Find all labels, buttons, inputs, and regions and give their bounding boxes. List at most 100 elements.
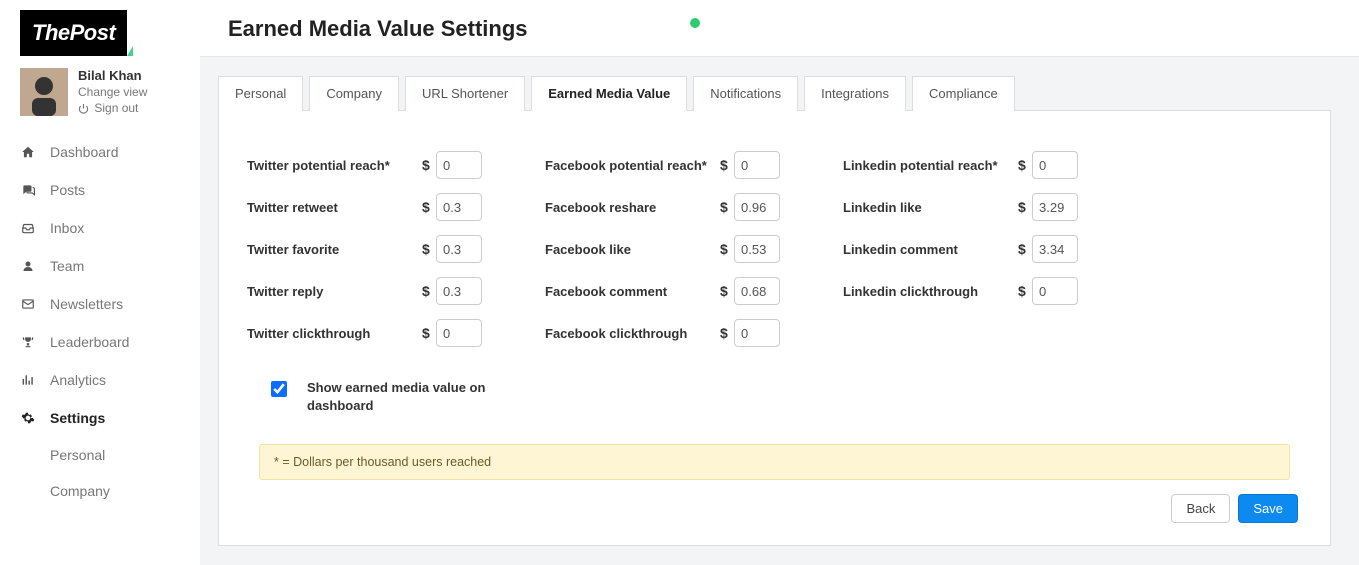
sidebar-item-leaderboard[interactable]: Leaderboard bbox=[0, 323, 200, 361]
facebook-clickthrough-input[interactable] bbox=[734, 319, 780, 347]
field-label: Twitter retweet bbox=[247, 200, 422, 215]
user-block: Bilal Khan Change view Sign out bbox=[0, 68, 200, 133]
field-facebook-reshare: Facebook reshare $ bbox=[545, 193, 825, 221]
currency-symbol: $ bbox=[1018, 157, 1032, 173]
field-label: Linkedin comment bbox=[843, 242, 1018, 257]
nav-label: Settings bbox=[50, 410, 105, 426]
sidebar-subitem-personal[interactable]: Personal bbox=[0, 437, 200, 473]
field-facebook-like: Facebook like $ bbox=[545, 235, 825, 263]
currency-symbol: $ bbox=[720, 283, 734, 299]
field-label: Facebook comment bbox=[545, 284, 720, 299]
home-icon bbox=[20, 145, 36, 159]
facebook-column: Facebook potential reach* $ Facebook res… bbox=[545, 151, 825, 361]
twitter-potential-reach-input[interactable] bbox=[436, 151, 482, 179]
field-label: Linkedin like bbox=[843, 200, 1018, 215]
avatar[interactable] bbox=[20, 68, 68, 116]
tab-url-shortener[interactable]: URL Shortener bbox=[405, 76, 525, 111]
field-label: Twitter potential reach* bbox=[247, 158, 422, 173]
tab-integrations[interactable]: Integrations bbox=[804, 76, 906, 111]
sidebar-item-analytics[interactable]: Analytics bbox=[0, 361, 200, 399]
currency-symbol: $ bbox=[720, 325, 734, 341]
main: Earned Media Value Settings Personal Com… bbox=[200, 0, 1359, 565]
field-label: Linkedin potential reach* bbox=[843, 158, 1018, 173]
field-label: Linkedin clickthrough bbox=[843, 284, 1018, 299]
field-label: Twitter favorite bbox=[247, 242, 422, 257]
sidebar-item-newsletters[interactable]: Newsletters bbox=[0, 285, 200, 323]
nav-label: Analytics bbox=[50, 372, 106, 388]
content: Personal Company URL Shortener Earned Me… bbox=[200, 57, 1359, 565]
page-header: Earned Media Value Settings bbox=[200, 0, 1359, 57]
user-info: Bilal Khan Change view Sign out bbox=[78, 68, 147, 117]
logo[interactable]: ThePost bbox=[20, 10, 127, 56]
inbox-icon bbox=[20, 221, 36, 235]
sidebar-item-posts[interactable]: Posts bbox=[0, 171, 200, 209]
trophy-icon bbox=[20, 335, 36, 349]
linkedin-clickthrough-input[interactable] bbox=[1032, 277, 1078, 305]
field-twitter-reply: Twitter reply $ bbox=[247, 277, 527, 305]
twitter-clickthrough-input[interactable] bbox=[436, 319, 482, 347]
user-icon bbox=[20, 259, 36, 273]
sidebar-item-inbox[interactable]: Inbox bbox=[0, 209, 200, 247]
field-linkedin-comment: Linkedin comment $ bbox=[843, 235, 1123, 263]
field-label: Facebook like bbox=[545, 242, 720, 257]
currency-symbol: $ bbox=[720, 241, 734, 257]
sign-out-link[interactable]: Sign out bbox=[78, 101, 147, 115]
facebook-comment-input[interactable] bbox=[734, 277, 780, 305]
sidebar-subitem-company[interactable]: Company bbox=[0, 473, 200, 509]
field-label: Twitter reply bbox=[247, 284, 422, 299]
tab-personal[interactable]: Personal bbox=[218, 76, 303, 111]
currency-symbol: $ bbox=[720, 157, 734, 173]
footnote: * = Dollars per thousand users reached bbox=[259, 444, 1290, 480]
sidebar-item-team[interactable]: Team bbox=[0, 247, 200, 285]
sidebar-item-dashboard[interactable]: Dashboard bbox=[0, 133, 200, 171]
field-facebook-potential-reach: Facebook potential reach* $ bbox=[545, 151, 825, 179]
twitter-favorite-input[interactable] bbox=[436, 235, 482, 263]
tab-notifications[interactable]: Notifications bbox=[693, 76, 798, 111]
facebook-potential-reach-input[interactable] bbox=[734, 151, 780, 179]
show-emv-checkbox[interactable] bbox=[271, 381, 287, 397]
tab-company[interactable]: Company bbox=[309, 76, 399, 111]
currency-symbol: $ bbox=[422, 283, 436, 299]
sign-out-label: Sign out bbox=[94, 101, 138, 115]
envelope-icon bbox=[20, 297, 36, 311]
comments-icon bbox=[20, 183, 36, 197]
nav-label: Dashboard bbox=[50, 144, 119, 160]
currency-symbol: $ bbox=[1018, 241, 1032, 257]
linkedin-column: Linkedin potential reach* $ Linkedin lik… bbox=[843, 151, 1123, 361]
field-facebook-clickthrough: Facebook clickthrough $ bbox=[545, 319, 825, 347]
nav-label: Team bbox=[50, 258, 84, 274]
facebook-reshare-input[interactable] bbox=[734, 193, 780, 221]
twitter-retweet-input[interactable] bbox=[436, 193, 482, 221]
settings-panel: Twitter potential reach* $ Twitter retwe… bbox=[218, 110, 1331, 546]
settings-columns: Twitter potential reach* $ Twitter retwe… bbox=[247, 151, 1302, 361]
status-dot-icon bbox=[690, 18, 700, 28]
field-linkedin-potential-reach: Linkedin potential reach* $ bbox=[843, 151, 1123, 179]
back-button[interactable]: Back bbox=[1171, 494, 1230, 523]
field-label: Facebook reshare bbox=[545, 200, 720, 215]
currency-symbol: $ bbox=[422, 325, 436, 341]
user-name: Bilal Khan bbox=[78, 68, 147, 83]
twitter-column: Twitter potential reach* $ Twitter retwe… bbox=[247, 151, 527, 361]
linkedin-comment-input[interactable] bbox=[1032, 235, 1078, 263]
facebook-like-input[interactable] bbox=[734, 235, 780, 263]
linkedin-like-input[interactable] bbox=[1032, 193, 1078, 221]
show-emv-checkbox-row: Show earned media value on dashboard bbox=[247, 379, 1302, 414]
currency-symbol: $ bbox=[422, 199, 436, 215]
field-label: Twitter clickthrough bbox=[247, 326, 422, 341]
nav: Dashboard Posts Inbox Team Newsletters L… bbox=[0, 133, 200, 437]
sidebar-item-settings[interactable]: Settings bbox=[0, 399, 200, 437]
tab-compliance[interactable]: Compliance bbox=[912, 76, 1015, 111]
linkedin-potential-reach-input[interactable] bbox=[1032, 151, 1078, 179]
currency-symbol: $ bbox=[1018, 199, 1032, 215]
nav-label: Posts bbox=[50, 182, 85, 198]
save-button[interactable]: Save bbox=[1238, 494, 1298, 523]
currency-symbol: $ bbox=[422, 241, 436, 257]
power-icon bbox=[78, 103, 89, 114]
twitter-reply-input[interactable] bbox=[436, 277, 482, 305]
field-linkedin-clickthrough: Linkedin clickthrough $ bbox=[843, 277, 1123, 305]
tab-earned-media-value[interactable]: Earned Media Value bbox=[531, 76, 687, 111]
actions: Back Save bbox=[247, 494, 1302, 523]
field-label: Facebook potential reach* bbox=[545, 158, 720, 173]
nav-label: Newsletters bbox=[50, 296, 123, 312]
change-view-link[interactable]: Change view bbox=[78, 85, 147, 99]
